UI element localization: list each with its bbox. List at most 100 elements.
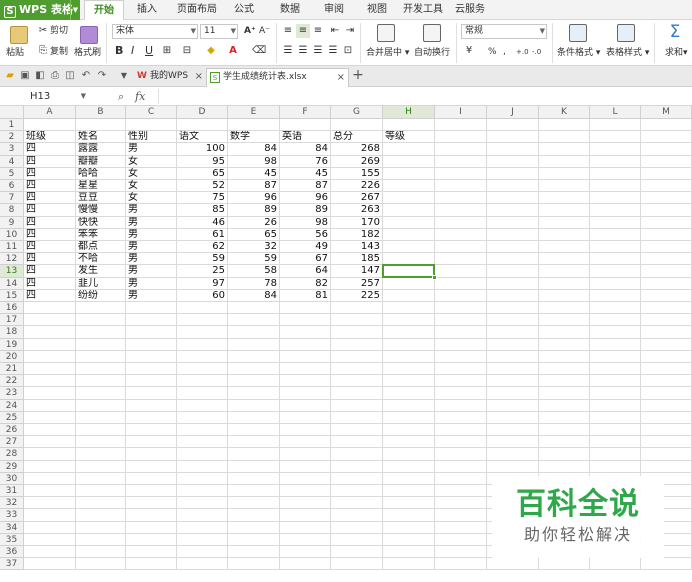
cell[interactable] <box>435 448 487 461</box>
cell[interactable] <box>383 399 435 412</box>
cell[interactable]: 75 <box>177 192 228 205</box>
cell[interactable] <box>641 167 692 180</box>
row-header[interactable]: 7 <box>0 192 24 205</box>
row-header[interactable]: 20 <box>0 350 24 363</box>
cell[interactable] <box>435 509 487 522</box>
cell[interactable] <box>177 387 228 400</box>
cell[interactable]: 84 <box>228 143 280 156</box>
cell[interactable] <box>228 497 280 510</box>
cell[interactable] <box>76 302 126 315</box>
cell[interactable] <box>383 436 435 449</box>
cell[interactable] <box>126 521 177 534</box>
cell[interactable] <box>641 155 692 168</box>
cell[interactable] <box>24 472 76 485</box>
row-header[interactable]: 4 <box>0 155 24 168</box>
row-header[interactable]: 8 <box>0 204 24 217</box>
row-header[interactable]: 17 <box>0 314 24 327</box>
cell[interactable]: 男 <box>126 241 177 254</box>
close-icon[interactable]: × <box>195 68 203 85</box>
cell[interactable] <box>435 411 487 424</box>
row-header[interactable]: 31 <box>0 485 24 498</box>
cell[interactable] <box>24 375 76 388</box>
cell[interactable] <box>435 253 487 266</box>
cell[interactable]: 女 <box>126 155 177 168</box>
cell[interactable] <box>280 387 331 400</box>
cell[interactable] <box>280 533 331 546</box>
cell[interactable] <box>280 436 331 449</box>
cell[interactable] <box>487 241 539 254</box>
cell[interactable] <box>280 119 331 132</box>
cell[interactable] <box>487 192 539 205</box>
cell[interactable]: 四 <box>24 143 76 156</box>
cell[interactable] <box>539 192 590 205</box>
cell[interactable] <box>280 521 331 534</box>
cell[interactable] <box>280 448 331 461</box>
cell[interactable] <box>177 472 228 485</box>
cell[interactable] <box>383 277 435 290</box>
border-icon[interactable]: ⊞ <box>160 44 174 58</box>
cell[interactable] <box>383 228 435 241</box>
cell[interactable] <box>24 314 76 327</box>
cell[interactable] <box>487 375 539 388</box>
cell[interactable] <box>228 448 280 461</box>
cell[interactable] <box>228 399 280 412</box>
cell[interactable] <box>24 448 76 461</box>
cell[interactable] <box>590 241 641 254</box>
cell[interactable] <box>383 533 435 546</box>
column-header[interactable]: F <box>280 106 331 119</box>
cell[interactable] <box>24 350 76 363</box>
font-color-icon[interactable]: A <box>226 44 240 58</box>
cell[interactable] <box>435 167 487 180</box>
cell[interactable]: 男 <box>126 204 177 217</box>
cell[interactable] <box>280 338 331 351</box>
cell[interactable] <box>539 436 590 449</box>
cell[interactable] <box>228 558 280 571</box>
cell[interactable]: 露露 <box>76 143 126 156</box>
cell[interactable]: 143 <box>331 241 383 254</box>
cell[interactable]: 147 <box>331 265 383 278</box>
conditional-format-icon[interactable] <box>569 24 587 42</box>
cell[interactable] <box>331 497 383 510</box>
redo-icon[interactable]: ↷ <box>96 70 108 82</box>
cell[interactable] <box>24 119 76 132</box>
cell[interactable] <box>228 436 280 449</box>
column-header[interactable]: M <box>641 106 692 119</box>
cell[interactable] <box>641 241 692 254</box>
row-header[interactable]: 5 <box>0 167 24 180</box>
cell[interactable] <box>76 314 126 327</box>
new-tab-icon[interactable]: + <box>352 68 364 82</box>
cell[interactable] <box>487 448 539 461</box>
cell[interactable] <box>590 411 641 424</box>
column-header[interactable]: D <box>177 106 228 119</box>
row-header[interactable]: 13 <box>0 265 24 278</box>
cell[interactable] <box>331 375 383 388</box>
cell[interactable]: 男 <box>126 253 177 266</box>
cell[interactable]: 四 <box>24 155 76 168</box>
cell[interactable] <box>126 387 177 400</box>
cell[interactable] <box>435 155 487 168</box>
cell[interactable]: 98 <box>280 216 331 229</box>
cell[interactable] <box>641 460 692 473</box>
cell[interactable] <box>590 448 641 461</box>
cell[interactable] <box>177 448 228 461</box>
cell[interactable] <box>280 424 331 437</box>
cell[interactable]: 269 <box>331 155 383 168</box>
cell[interactable] <box>331 509 383 522</box>
cell[interactable] <box>228 485 280 498</box>
cell[interactable] <box>590 387 641 400</box>
cell[interactable] <box>641 143 692 156</box>
cell[interactable] <box>76 326 126 339</box>
cell[interactable] <box>126 558 177 571</box>
cell[interactable] <box>383 338 435 351</box>
cell[interactable] <box>641 387 692 400</box>
cell[interactable]: 45 <box>280 167 331 180</box>
cell[interactable] <box>228 363 280 376</box>
cell[interactable] <box>435 533 487 546</box>
open-folder-icon[interactable]: ▰ <box>4 70 16 82</box>
font-size-select[interactable]: 11 ▼ <box>200 24 238 39</box>
cell[interactable] <box>126 399 177 412</box>
cell[interactable] <box>76 436 126 449</box>
cell[interactable]: 总分 <box>331 131 383 144</box>
cell[interactable] <box>126 350 177 363</box>
menu-tab[interactable]: 云服务 <box>450 0 490 20</box>
